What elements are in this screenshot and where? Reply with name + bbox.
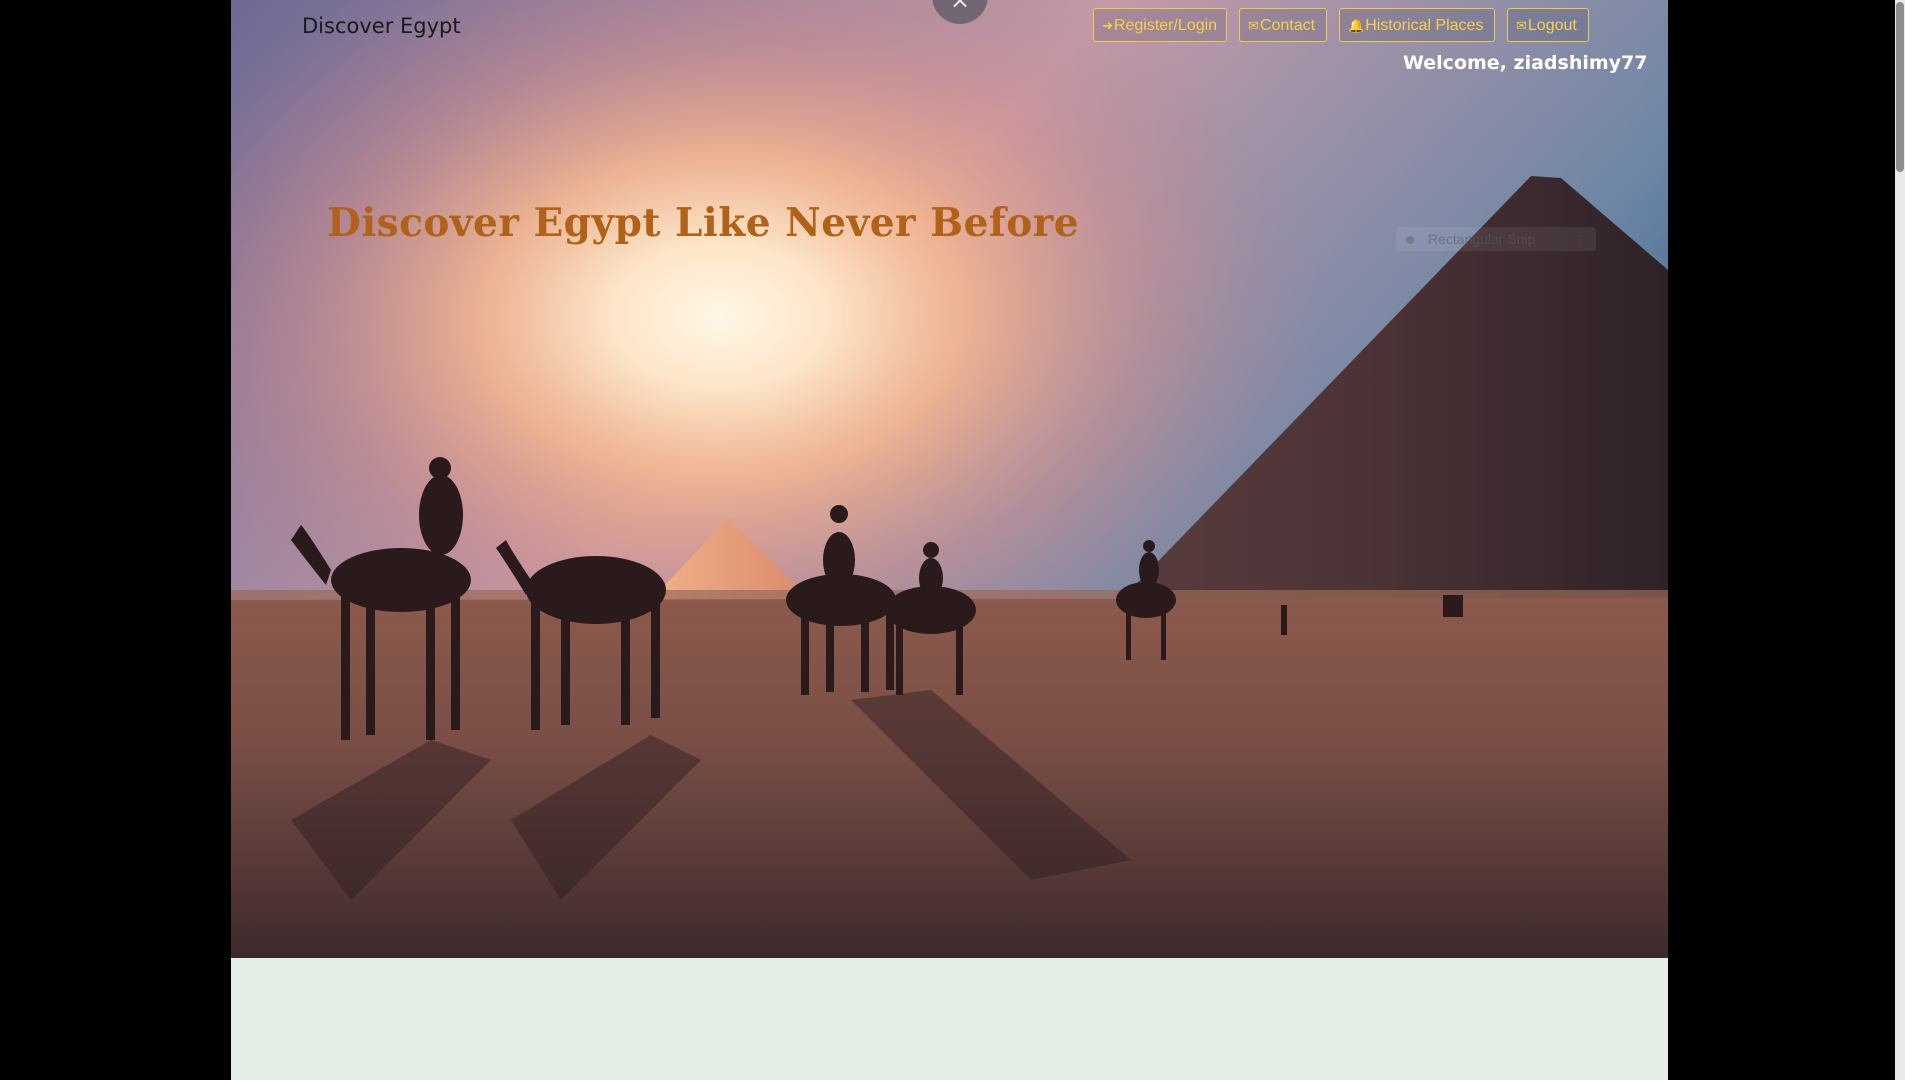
page-scrollbar[interactable] <box>1895 0 1905 1080</box>
contact-label: Contact <box>1259 17 1316 34</box>
close-icon: × <box>949 0 971 14</box>
rectangular-snip-overlay[interactable]: Rectangular Snip ⌄ <box>1396 227 1596 251</box>
historical-places-label: Historical Places <box>1365 17 1484 34</box>
register-login-button[interactable]: ➜Register/Login <box>1093 8 1227 42</box>
chevron-down-icon[interactable]: ⌄ <box>1576 227 1584 251</box>
historical-places-button[interactable]: 🔔Historical Places <box>1339 8 1495 42</box>
bell-icon: 🔔 <box>1348 19 1365 34</box>
register-login-label: Register/Login <box>1113 17 1218 34</box>
snip-label: Rectangular Snip <box>1428 231 1536 247</box>
page-container: × Discover Egypt ➜Register/Login ✉Contac… <box>231 0 1668 1080</box>
sign-in-icon: ➜ <box>1102 19 1113 34</box>
welcome-message: Welcome, ziadshimy77 <box>1403 52 1648 74</box>
contact-button[interactable]: ✉Contact <box>1239 8 1327 42</box>
hero-background-image <box>231 0 1668 958</box>
logout-button[interactable]: ✉Logout <box>1507 8 1589 42</box>
hero-headline: Discover Egypt Like Never Before <box>327 200 1080 246</box>
brand-logo-text[interactable]: Discover Egypt <box>302 14 461 38</box>
logout-label: Logout <box>1527 17 1577 34</box>
hero-section <box>231 0 1668 958</box>
envelope-icon: ✉ <box>1516 19 1527 34</box>
snip-dot-icon <box>1406 236 1414 245</box>
envelope-icon: ✉ <box>1248 19 1259 34</box>
scrollbar-thumb[interactable] <box>1896 2 1904 172</box>
